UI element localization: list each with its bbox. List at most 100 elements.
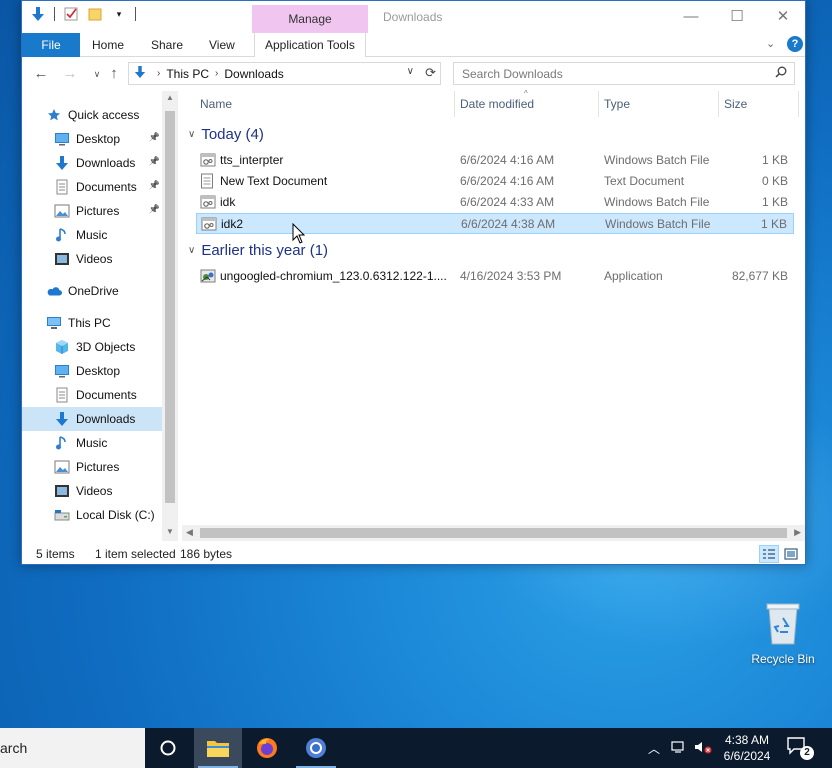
nav-item-desktop[interactable]: Desktop 📌 <box>22 127 162 151</box>
nav-item-downloads[interactable]: Downloads <box>22 407 162 431</box>
file-group-header[interactable]: ∨ Today (4) <box>188 123 788 145</box>
tab-share[interactable]: Share <box>151 33 183 57</box>
scroll-up-icon[interactable]: ▲ <box>166 93 174 102</box>
nav-item-label: This PC <box>68 316 111 330</box>
column-divider[interactable] <box>454 91 455 117</box>
column-name[interactable]: Name <box>200 97 232 111</box>
file-row[interactable]: idk2 6/6/2024 4:38 AM Windows Batch File 1 … <box>196 213 794 234</box>
task-view-button[interactable] <box>144 728 192 768</box>
column-type[interactable]: Type <box>604 97 630 111</box>
horizontal-scrollbar[interactable]: ◀ ▶ <box>182 525 805 541</box>
nav-item-pictures[interactable]: Pictures <box>22 455 162 479</box>
status-selection: 1 item selected <box>95 547 176 561</box>
explorer-body: Quick access Desktop 📌 Downloads 📌 Documents 📌… <box>22 89 805 541</box>
nav-item-label: Downloads <box>76 156 136 170</box>
column-divider[interactable] <box>598 91 599 117</box>
nav-item-documents[interactable]: Documents <box>22 383 162 407</box>
file-name: idk2 <box>221 217 244 231</box>
file-group-header[interactable]: ∨ Earlier this year (1) <box>188 239 788 261</box>
file-row[interactable]: idk 6/6/2024 4:33 AM Windows Batch File 1 K… <box>196 192 794 213</box>
column-divider[interactable] <box>718 91 719 117</box>
recent-locations-button[interactable]: ∨ <box>88 65 106 83</box>
nav-item-pictures[interactable]: Pictures 📌 <box>22 199 162 223</box>
search-box[interactable] <box>453 62 795 85</box>
refresh-icon[interactable]: ⟳ <box>425 65 436 81</box>
action-center-button[interactable]: 2 <box>786 736 816 760</box>
volume-muted-icon[interactable] <box>694 740 712 757</box>
column-date-modified[interactable]: Date modified <box>460 97 534 111</box>
address-dropdown-icon[interactable]: ∨ <box>407 66 414 77</box>
nav-item-videos[interactable]: Videos <box>22 247 162 271</box>
nav-item-local-disk-c[interactable]: Local Disk (C:) <box>22 503 162 527</box>
recycle-bin-icon <box>763 600 803 646</box>
customize-qat-icon[interactable]: ▾ <box>111 6 127 22</box>
nav-item-onedrive[interactable]: OneDrive <box>22 279 162 303</box>
nav-item-music[interactable]: Music <box>22 223 162 247</box>
tab-manage[interactable]: Manage <box>252 5 368 33</box>
scroll-right-icon[interactable]: ▶ <box>794 527 801 538</box>
back-button[interactable]: ← <box>32 65 50 83</box>
column-size[interactable]: Size <box>724 97 747 111</box>
tab-file[interactable]: File <box>22 33 80 57</box>
details-view-button[interactable] <box>759 545 779 563</box>
horizontal-scroll-thumb[interactable] <box>200 528 787 538</box>
taskbar-firefox[interactable] <box>243 728 291 768</box>
navpane-scroll-thumb[interactable] <box>165 111 175 503</box>
chevron-down-icon[interactable]: ⌄ <box>766 37 775 50</box>
network-icon[interactable] <box>670 740 686 757</box>
tab-view[interactable]: View <box>209 33 235 57</box>
new-folder-icon[interactable] <box>87 6 103 22</box>
group-collapse-icon[interactable]: ∨ <box>188 245 195 256</box>
nav-item-quick-access[interactable]: Quick access <box>22 103 162 127</box>
scroll-down-icon[interactable]: ▼ <box>166 527 174 536</box>
taskbar-clock[interactable]: 4:38 AM 6/6/2024 <box>712 732 782 764</box>
up-button[interactable]: ↑ <box>105 65 123 83</box>
download-arrow-icon <box>54 155 70 171</box>
tab-home[interactable]: Home <box>92 33 124 57</box>
nav-item-videos[interactable]: Videos <box>22 479 162 503</box>
taskbar-chromium[interactable] <box>292 728 340 768</box>
large-icons-view-button[interactable] <box>781 545 801 563</box>
file-row[interactable]: ungoogled-chromium_123.0.6312.122-1.... 4… <box>196 266 794 287</box>
breadcrumb-this-pc[interactable]: This PC <box>166 67 209 81</box>
recycle-bin[interactable]: Recycle Bin <box>750 600 816 666</box>
file-type: Windows Batch File <box>605 217 711 231</box>
download-arrow-icon[interactable] <box>30 6 46 22</box>
help-icon[interactable]: ? <box>787 36 803 52</box>
nav-item-3d-objects[interactable]: 3D Objects <box>22 335 162 359</box>
file-date-modified: 6/6/2024 4:16 AM <box>460 153 555 167</box>
nav-item-this-pc[interactable]: This PC <box>22 311 162 335</box>
download-arrow-icon <box>129 65 151 82</box>
scroll-left-icon[interactable]: ◀ <box>186 527 193 538</box>
nav-item-documents[interactable]: Documents 📌 <box>22 175 162 199</box>
breadcrumb-chevron-icon[interactable]: › <box>157 68 160 79</box>
file-row[interactable]: New Text Document 6/6/2024 4:16 AM Text Do… <box>196 171 794 192</box>
search-input[interactable] <box>454 63 754 84</box>
status-item-count: 5 items <box>36 547 75 561</box>
nav-item-downloads[interactable]: Downloads 📌 <box>22 151 162 175</box>
column-divider[interactable] <box>798 91 799 117</box>
properties-icon[interactable] <box>63 6 79 22</box>
navpane-scrollbar[interactable]: ▲ ▼ <box>162 91 178 541</box>
minimize-button[interactable]: — <box>668 1 714 31</box>
nav-item-label: 3D Objects <box>76 340 136 354</box>
breadcrumb-chevron-icon[interactable]: › <box>215 68 218 79</box>
taskbar-file-explorer[interactable] <box>194 728 242 768</box>
address-bar[interactable]: › This PC › Downloads ∨ ⟳ <box>128 62 441 85</box>
tab-application-tools[interactable]: Application Tools <box>254 33 366 57</box>
pin-icon: 📌 <box>148 180 160 190</box>
group-collapse-icon[interactable]: ∨ <box>188 129 195 140</box>
maximize-button[interactable]: ☐ <box>714 1 760 31</box>
file-row[interactable]: tts_interpter 6/6/2024 4:16 AM Windows Bat… <box>196 150 794 171</box>
show-hidden-icons-icon[interactable]: ︿ <box>648 740 660 757</box>
computer-icon <box>46 315 62 331</box>
task-view-icon <box>160 740 176 756</box>
breadcrumb-downloads[interactable]: Downloads <box>224 67 283 81</box>
maximize-icon: ☐ <box>730 8 744 25</box>
close-button[interactable]: ✕ <box>760 1 805 31</box>
taskbar-search-box[interactable]: arch <box>0 728 145 768</box>
nav-item-music[interactable]: Music <box>22 431 162 455</box>
forward-button[interactable]: → <box>61 65 79 83</box>
minimize-icon: — <box>683 7 699 25</box>
nav-item-desktop[interactable]: Desktop <box>22 359 162 383</box>
